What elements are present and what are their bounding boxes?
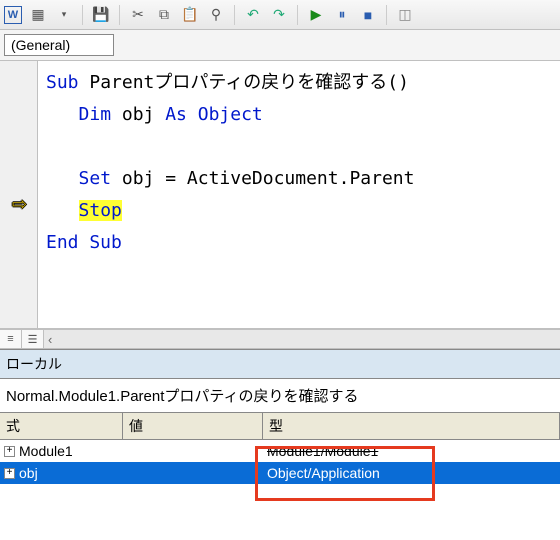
separator [234,5,235,25]
separator [386,5,387,25]
find-icon[interactable]: ⚲ [206,5,226,25]
locals-header-row: 式 値 型 [0,413,560,440]
code-text: obj = ActiveDocument.Parent [111,168,414,189]
paste-icon[interactable]: 📋 [180,5,200,25]
procedure-view-button[interactable]: ≡ [0,330,22,348]
view-switch-bar: ≡ ☰ [0,329,560,349]
separator [119,5,120,25]
separator [297,5,298,25]
expand-icon[interactable]: + [4,468,15,479]
locals-panel-title: ローカル [0,349,560,379]
header-type[interactable]: 型 [263,413,560,439]
expand-icon[interactable]: + [4,446,15,457]
break-icon[interactable]: ⏸ [332,5,352,25]
kw-end-sub: End Sub [46,232,122,253]
kw-sub: Sub [46,72,79,93]
scope-value: (General) [11,37,70,53]
header-value[interactable]: 値 [123,413,263,439]
reset-icon[interactable]: ■ [358,5,378,25]
header-expression[interactable]: 式 [0,413,123,439]
save-icon[interactable]: 💾 [91,5,111,25]
locals-exp-text: obj [19,465,38,481]
main-toolbar: W ▦ ▾ 💾 ✂ ⧉ 📋 ⚲ ↶ ↷ ▶ ⏸ ■ ◫ [0,0,560,30]
kw-stop: Stop [79,200,122,221]
code-text: obj [111,104,165,125]
separator [82,5,83,25]
kw-set: Set [79,168,112,189]
kw-as-object: As Object [165,104,263,125]
locals-exp-text: Module1 [19,443,73,459]
code-content[interactable]: Sub Parentプロパティの戻りを確認する() Dim obj As Obj… [38,61,560,328]
locals-row[interactable]: + Module1 Module1/Module1 [0,440,560,462]
kw-dim: Dim [79,104,112,125]
locals-body: + Module1 Module1/Module1 + obj Object/A… [0,440,560,484]
cut-icon[interactable]: ✂ [128,5,148,25]
run-icon[interactable]: ▶ [306,5,326,25]
view-icon[interactable]: ▦ [28,5,48,25]
scope-bar: (General) [0,30,560,61]
locals-type: Object/Application [263,465,560,481]
locals-expression: + Module1 [0,443,123,459]
code-text: Parentプロパティの戻りを確認する() [79,72,409,93]
design-icon[interactable]: ◫ [395,5,415,25]
locals-type: Module1/Module1 [263,443,560,459]
word-icon[interactable]: W [4,6,22,24]
copy-icon[interactable]: ⧉ [154,5,174,25]
locals-expression: + obj [0,465,123,481]
locals-context: Normal.Module1.Parentプロパティの戻りを確認する [0,379,560,413]
dropdown-icon[interactable]: ▾ [54,5,74,25]
horizontal-scrollbar[interactable] [44,330,560,348]
current-line-arrow: ⇨ [12,195,27,213]
redo-icon[interactable]: ↷ [269,5,289,25]
code-editor: ⇨ Sub Parentプロパティの戻りを確認する() Dim obj As O… [0,61,560,329]
gutter: ⇨ [0,61,38,328]
full-module-view-button[interactable]: ☰ [22,330,44,348]
undo-icon[interactable]: ↶ [243,5,263,25]
locals-row[interactable]: + obj Object/Application [0,462,560,484]
scope-dropdown[interactable]: (General) [4,34,114,56]
